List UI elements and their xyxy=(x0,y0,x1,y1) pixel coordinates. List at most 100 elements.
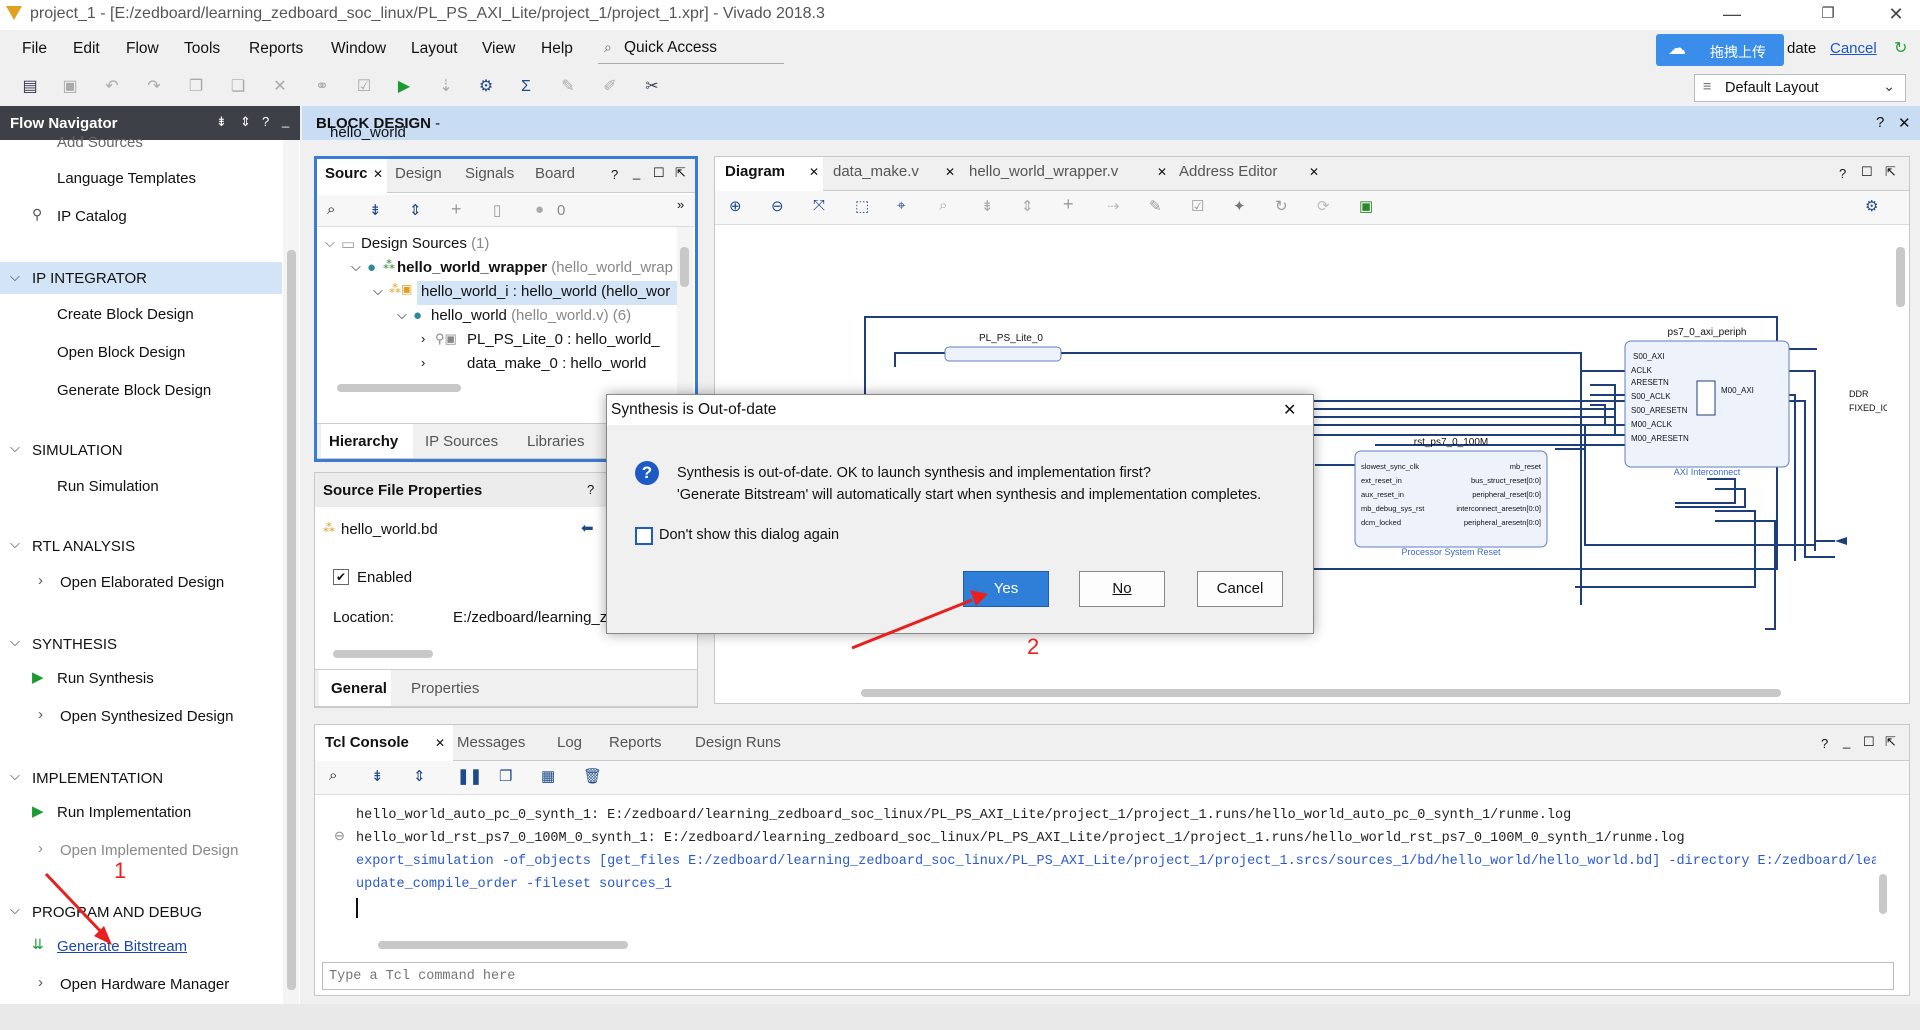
copy-icon[interactable]: ❐ xyxy=(186,77,206,97)
pause-icon[interactable]: ❚❚ xyxy=(457,767,482,785)
wrench-icon[interactable]: ✎ xyxy=(1149,197,1162,215)
table-icon[interactable]: ▦ xyxy=(541,767,555,785)
close-window-button[interactable]: ✕ xyxy=(1872,0,1920,30)
nav-create-block-design[interactable]: Create Block Design xyxy=(57,306,194,323)
restore-button[interactable]: ❐ xyxy=(1804,0,1852,30)
minimize-button[interactable]: — xyxy=(1708,0,1756,30)
close-tab-icon[interactable]: ✕ xyxy=(809,165,819,179)
tab-hierarchy[interactable]: Hierarchy xyxy=(329,433,398,450)
nav-open-implemented-design[interactable]: Open Implemented Design xyxy=(60,842,238,859)
more-icon[interactable]: » xyxy=(677,197,684,212)
zoom-fit-icon[interactable]: ⤧ xyxy=(813,197,825,214)
save-icon[interactable]: ▣ xyxy=(60,77,80,97)
menu-window[interactable]: Window xyxy=(331,40,386,58)
diagram-hscrollbar[interactable] xyxy=(721,685,1887,701)
close-tab-icon[interactable]: ✕ xyxy=(435,736,445,750)
menu-help[interactable]: Help xyxy=(541,40,573,58)
minimize-panel-icon[interactable]: _ xyxy=(1843,734,1850,749)
nav-language-templates[interactable]: Language Templates xyxy=(57,170,196,187)
tree-pl-ps-lite[interactable]: PL_PS_Lite_0 : hello_world_ xyxy=(467,331,660,348)
dont-show-checkbox[interactable] xyxy=(635,527,653,545)
step-icon[interactable]: ⇣ xyxy=(436,77,456,97)
pin-icon[interactable]: ✦ xyxy=(1233,197,1246,215)
search-icon[interactable]: ⌕ xyxy=(327,201,335,218)
float-panel-icon[interactable]: ⇱ xyxy=(1885,164,1896,180)
yes-button[interactable]: Yes xyxy=(963,571,1049,607)
close-tab-icon[interactable]: ✕ xyxy=(373,167,383,181)
search-icon[interactable]: ⌕ xyxy=(329,767,337,784)
collapse-all-icon[interactable]: ⇟ xyxy=(369,201,382,219)
nav-generate-bitstream[interactable]: Generate Bitstream xyxy=(57,938,187,955)
validate-icon[interactable]: ☑ xyxy=(1191,197,1204,215)
expand-all-icon[interactable]: ⇕ xyxy=(409,201,422,219)
nav-run-implementation[interactable]: Run Implementation xyxy=(57,804,191,821)
tab-address-editor[interactable]: Address Editor xyxy=(1179,163,1277,180)
section-rtl-analysis[interactable]: RTL ANALYSIS xyxy=(32,538,135,555)
help-icon[interactable]: ? xyxy=(587,482,594,497)
help-icon[interactable]: ? xyxy=(262,114,269,129)
tree-hello-world[interactable]: hello_world (hello_world.v) (6) xyxy=(431,307,631,324)
trash-icon[interactable]: 🗑 xyxy=(583,767,602,785)
menu-file[interactable]: File xyxy=(22,40,47,58)
tree-data-make[interactable]: data_make_0 : hello_world xyxy=(467,355,646,372)
collapse-all-icon[interactable]: ⇟ xyxy=(981,197,994,215)
tab-ip-sources[interactable]: IP Sources xyxy=(425,433,498,450)
menu-flow[interactable]: Flow xyxy=(126,40,159,58)
nav-open-hardware-manager[interactable]: Open Hardware Manager xyxy=(60,976,229,993)
sources-scrollbar[interactable] xyxy=(677,227,693,395)
tab-log[interactable]: Log xyxy=(557,734,582,751)
copy-icon[interactable]: ❐ xyxy=(499,767,512,785)
check-icon[interactable]: ☑ xyxy=(354,77,374,97)
settings-icon[interactable]: ⚙ xyxy=(476,77,496,97)
redo-icon[interactable]: ↷ xyxy=(144,77,164,97)
tab-diagram[interactable]: Diagram xyxy=(725,163,785,180)
section-implementation[interactable]: IMPLEMENTATION xyxy=(32,770,163,787)
nav-generate-block-design[interactable]: Generate Block Design xyxy=(57,382,211,399)
ip-integrator-section[interactable]: ⌵ IP INTEGRATOR xyxy=(0,262,282,294)
section-program-and-debug[interactable]: PROGRAM AND DEBUG xyxy=(32,904,202,921)
tree-design-sources[interactable]: Design Sources (1) xyxy=(361,235,489,252)
search-icon[interactable]: ⌕ xyxy=(939,197,947,214)
tab-messages[interactable]: Messages xyxy=(457,734,525,751)
tab-properties[interactable]: Properties xyxy=(411,680,479,697)
nav-add-sources[interactable]: Add Sources xyxy=(57,134,143,151)
tab-wrapper[interactable]: hello_world_wrapper.v xyxy=(969,163,1118,180)
console-hscrollbar[interactable] xyxy=(358,938,1868,952)
tab-sources[interactable]: Sourc xyxy=(325,165,368,182)
target-icon[interactable]: ⌖ xyxy=(897,197,905,214)
open-project-icon[interactable]: ▤ xyxy=(20,77,40,97)
collapse-all-icon[interactable]: ⇟ xyxy=(371,767,384,785)
settings-icon[interactable]: ⚙ xyxy=(1865,197,1878,215)
nav-run-simulation[interactable]: Run Simulation xyxy=(57,478,159,495)
zoom-area-icon[interactable]: ⬚ xyxy=(855,197,869,215)
baidu-upload-button[interactable]: ☁ 拖拽上传 xyxy=(1656,34,1784,66)
no-button[interactable]: No xyxy=(1079,571,1165,607)
maximize-panel-icon[interactable]: ☐ xyxy=(1861,164,1873,180)
close-tab-icon[interactable]: ✕ xyxy=(1309,165,1319,179)
menu-reports[interactable]: Reports xyxy=(249,40,303,58)
close-tab-icon[interactable]: ✕ xyxy=(1157,165,1167,179)
undo-icon[interactable]: ↶ xyxy=(102,77,122,97)
diagram-vscrollbar[interactable] xyxy=(1893,225,1909,685)
sources-hscrollbar[interactable] xyxy=(323,381,677,395)
nav-open-block-design[interactable]: Open Block Design xyxy=(57,344,185,361)
maximize-panel-icon[interactable]: ☐ xyxy=(653,165,665,181)
add-icon[interactable]: + xyxy=(451,199,462,220)
tool-c-icon[interactable]: ✂ xyxy=(642,77,662,97)
tab-board[interactable]: Board xyxy=(535,165,575,182)
collapse-all-icon[interactable]: ⇟ xyxy=(216,114,227,130)
tab-tcl-console[interactable]: Tcl Console xyxy=(325,734,409,751)
float-panel-icon[interactable]: ⇱ xyxy=(1885,734,1896,750)
menu-layout[interactable]: Layout xyxy=(411,40,458,58)
tcl-command-input[interactable] xyxy=(322,962,1894,990)
section-synthesis[interactable]: SYNTHESIS xyxy=(32,636,117,653)
delete-icon[interactable]: ✕ xyxy=(270,77,290,97)
auto-connect-icon[interactable]: ⟳ xyxy=(1317,197,1330,215)
nav-open-synthesized-design[interactable]: Open Synthesized Design xyxy=(60,708,233,725)
quick-access-search[interactable]: ⌕ Quick Access xyxy=(598,36,784,64)
dialog-close-icon[interactable]: ✕ xyxy=(1283,400,1296,420)
tab-reports[interactable]: Reports xyxy=(609,734,662,751)
help-icon[interactable]: ? xyxy=(1876,114,1884,131)
flow-navigator-scrollbar[interactable] xyxy=(283,140,299,1004)
chip-icon[interactable]: ▣ xyxy=(1359,197,1373,215)
